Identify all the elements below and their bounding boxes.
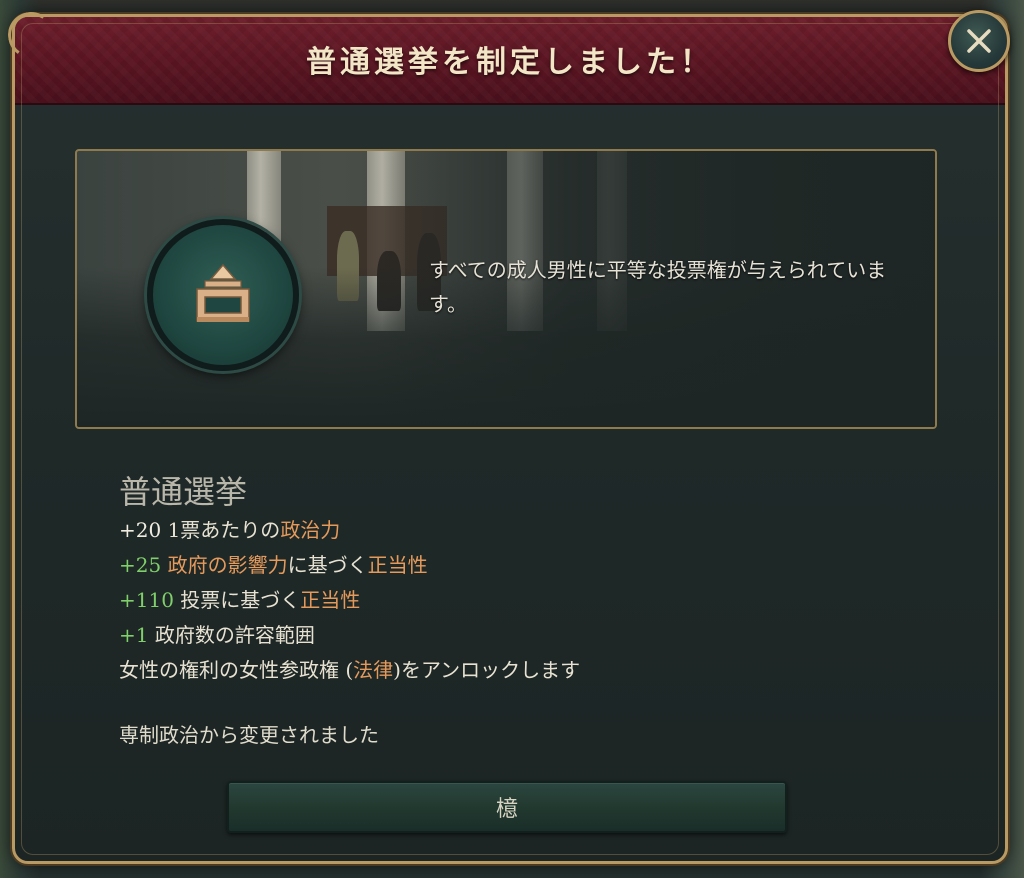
effect-label: に基づく	[287, 553, 368, 577]
close-button[interactable]	[948, 10, 1010, 72]
effect-value: +1	[119, 623, 149, 647]
effect-unlock-law: 女性の権利の女性参政権 (法律)をアンロックします	[119, 653, 819, 688]
effect-value: +110	[119, 588, 174, 612]
law-enacted-dialog: 普通選挙を制定しました！ すべての成人男性に平等な投票権が与えられています。 普…	[12, 14, 1008, 864]
effect-government-size: +1 政府数の許容範囲	[119, 618, 819, 653]
dialog-header: 普通選挙を制定しました！	[15, 17, 1005, 105]
changed-from-text: 専制政治から変更されました	[119, 723, 379, 747]
effect-label: 投票に基づく	[180, 588, 301, 612]
effect-value: +20	[119, 518, 162, 542]
law-effects-list: +20 1票あたりの政治力 +25 政府の影響力に基づく正当性 +110 投票に…	[119, 513, 819, 688]
effect-label-link[interactable]: 正当性	[300, 588, 360, 612]
law-name: 普通選挙	[119, 473, 248, 511]
close-icon	[967, 29, 991, 53]
effect-legitimacy-government: +25 政府の影響力に基づく正当性	[119, 548, 819, 583]
ballot-box-icon	[147, 219, 299, 371]
unlock-prefix: 女性の権利の女性参政権 (	[119, 658, 354, 682]
law-banner: すべての成人男性に平等な投票権が与えられています。	[75, 149, 937, 429]
effect-label-link[interactable]: 正当性	[368, 553, 428, 577]
effect-political-strength: +20 1票あたりの政治力	[119, 513, 819, 548]
effect-legitimacy-votes: +110 投票に基づく正当性	[119, 583, 819, 618]
effect-label: 1票あたりの	[167, 518, 281, 542]
unlock-law-link[interactable]: 法律	[353, 658, 393, 682]
confirm-button[interactable]: 檍	[227, 781, 787, 833]
law-description: すべての成人男性に平等な投票権が与えられています。	[429, 258, 887, 316]
effect-value: +25	[119, 553, 162, 577]
unlock-suffix: )をアンロックします	[393, 658, 581, 682]
effect-label-link[interactable]: 政治力	[280, 518, 340, 542]
dialog-title: 普通選挙を制定しました！	[306, 45, 714, 80]
effect-label: 政府数の許容範囲	[154, 623, 315, 647]
effect-label-link[interactable]: 政府の影響力	[168, 553, 288, 577]
